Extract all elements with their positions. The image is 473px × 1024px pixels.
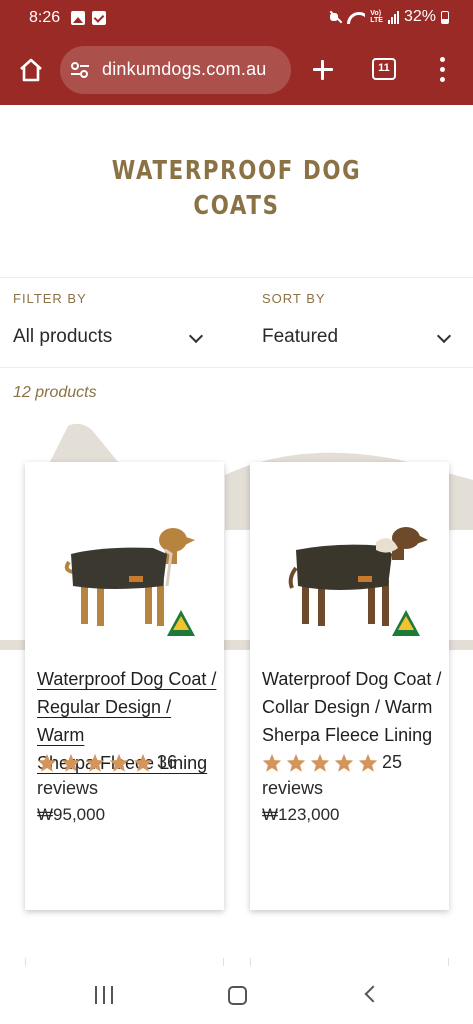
status-time: 8:26 bbox=[29, 9, 61, 26]
product-title[interactable]: Waterproof Dog Coat / Collar Design / Wa… bbox=[262, 665, 442, 749]
product-title-line[interactable]: Waterproof Dog Coat / bbox=[37, 669, 216, 689]
mute-icon bbox=[328, 10, 342, 24]
chevron-down-icon[interactable] bbox=[436, 328, 452, 344]
chevron-down-icon[interactable] bbox=[188, 328, 204, 344]
check-notification-icon bbox=[92, 11, 106, 25]
star-icon bbox=[109, 753, 129, 772]
product-price: ₩123,000 bbox=[262, 805, 340, 824]
product-title-line[interactable]: Regular Design / Warm bbox=[37, 697, 171, 745]
product-card[interactable]: Waterproof Dog Coat / Collar Design / Wa… bbox=[250, 462, 449, 910]
australian-made-logo bbox=[167, 610, 195, 636]
signal-icon bbox=[387, 10, 399, 24]
battery-icon bbox=[441, 10, 449, 24]
star-icon bbox=[310, 753, 330, 772]
product-count: 12 products bbox=[13, 384, 97, 401]
more-menu-icon[interactable] bbox=[436, 57, 448, 83]
rating-stars: 36 bbox=[37, 752, 177, 773]
filter-label: FILTER BY bbox=[13, 291, 87, 306]
status-bar: 8:26 Vo) LTE 32% bbox=[0, 0, 473, 38]
star-icon bbox=[37, 753, 57, 772]
divider bbox=[0, 277, 473, 278]
rating-stars: 25 bbox=[262, 752, 402, 773]
browser-toolbar: 8:26 Vo) LTE 32% dinkumdogs.com.au 11 bbox=[0, 0, 473, 105]
gallery-notification-icon bbox=[71, 11, 85, 25]
dog-in-coat-image[interactable] bbox=[33, 502, 216, 642]
star-icon bbox=[61, 753, 81, 772]
sort-select[interactable]: Featured bbox=[262, 326, 338, 348]
star-icon bbox=[358, 753, 378, 772]
star-icon bbox=[286, 753, 306, 772]
product-title-line[interactable]: Sherpa Fleece Lining bbox=[262, 725, 432, 745]
wifi-icon bbox=[347, 10, 366, 24]
page-title-line-2: COATS bbox=[193, 191, 280, 221]
page-title: WATERPROOF DOG COATS bbox=[92, 154, 381, 224]
new-tab-icon[interactable] bbox=[311, 58, 335, 82]
filter-select[interactable]: All products bbox=[13, 326, 112, 348]
review-label: reviews bbox=[37, 778, 99, 798]
dog-in-coat-image[interactable] bbox=[258, 502, 441, 642]
star-icon bbox=[334, 753, 354, 772]
product-card[interactable]: Waterproof Dog Coat / Regular Design / W… bbox=[25, 462, 224, 910]
divider bbox=[0, 367, 473, 368]
site-settings-icon[interactable] bbox=[70, 62, 90, 78]
back-icon[interactable] bbox=[364, 985, 382, 1003]
volte-icon: Vo) LTE bbox=[370, 10, 383, 24]
star-icon bbox=[262, 753, 282, 772]
status-indicators: Vo) LTE 32% bbox=[328, 8, 449, 26]
system-navigation-bar bbox=[0, 966, 473, 1024]
home-icon[interactable] bbox=[18, 58, 44, 82]
star-icon bbox=[133, 753, 153, 772]
review-count: 25 bbox=[382, 752, 403, 772]
address-bar[interactable]: dinkumdogs.com.au bbox=[60, 46, 291, 94]
url-text[interactable]: dinkumdogs.com.au bbox=[102, 59, 267, 80]
australian-made-logo bbox=[392, 610, 420, 636]
page-title-line-1: WATERPROOF DOG bbox=[111, 156, 362, 186]
recent-apps-icon[interactable] bbox=[95, 986, 115, 1004]
review-label: reviews bbox=[262, 778, 324, 798]
star-icon bbox=[85, 753, 105, 772]
tab-switcher-button[interactable]: 11 bbox=[372, 58, 396, 80]
product-title-line[interactable]: Waterproof Dog Coat / bbox=[262, 669, 441, 689]
battery-percent: 32% bbox=[403, 8, 436, 25]
review-count: 36 bbox=[157, 752, 178, 772]
product-title-line[interactable]: Collar Design / Warm bbox=[262, 697, 432, 717]
product-price: ₩95,000 bbox=[37, 805, 106, 824]
home-button-icon[interactable] bbox=[228, 986, 247, 1005]
sort-label: SORT BY bbox=[262, 291, 326, 306]
